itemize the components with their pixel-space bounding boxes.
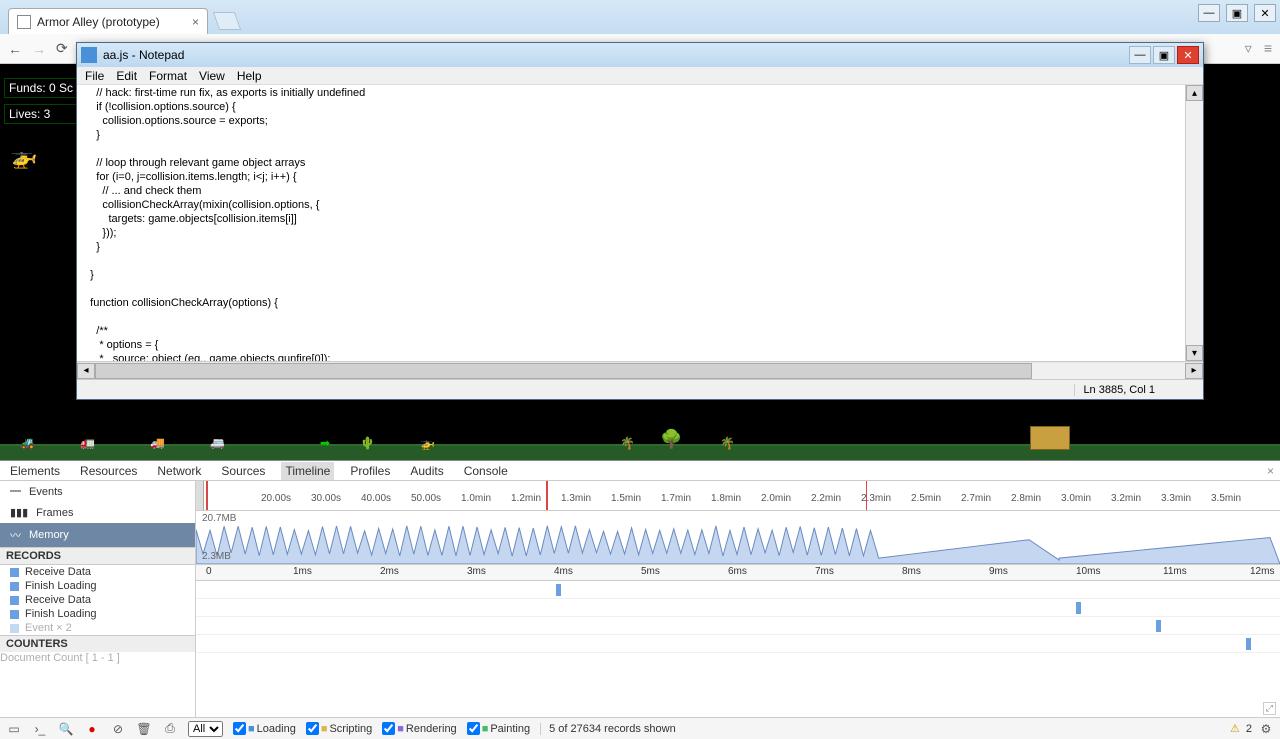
records-header: RECORDS: [0, 547, 195, 565]
menu-help[interactable]: Help: [237, 69, 262, 83]
hscroll-thumb[interactable]: [95, 363, 1032, 379]
window-maximize-button[interactable]: ▣: [1226, 4, 1248, 22]
menu-file[interactable]: File: [85, 69, 104, 83]
browser-tab-strip: Armor Alley (prototype) × — ▣ ✕: [0, 0, 1280, 34]
events-icon: ⎯⎯: [10, 485, 21, 498]
record-button[interactable]: ●: [84, 721, 100, 737]
browser-tab[interactable]: Armor Alley (prototype) ×: [8, 8, 208, 34]
notepad-statusbar: Ln 3885, Col 1: [77, 379, 1203, 399]
devtools-sidebar: ⎯⎯Events ▮▮▮Frames 〰Memory RECORDS Recei…: [0, 481, 196, 717]
ruler-handle[interactable]: [196, 481, 204, 510]
counters-header: COUNTERS: [0, 635, 195, 652]
frames-icon: ▮▮▮: [10, 506, 28, 519]
notepad-textarea[interactable]: // hack: first-time run fix, as exports …: [77, 85, 1203, 361]
cursor-position: Ln 3885, Col 1: [1074, 384, 1195, 396]
menu-edit[interactable]: Edit: [116, 69, 137, 83]
notepad-hscrollbar[interactable]: ◂ ▸: [77, 361, 1203, 379]
tab-timeline[interactable]: Timeline: [281, 462, 334, 480]
records-list: Receive Data Finish Loading Receive Data…: [0, 565, 195, 635]
menu-format[interactable]: Format: [149, 69, 187, 83]
devtools-tabs: Elements Resources Network Sources Timel…: [0, 461, 1280, 481]
tab-console[interactable]: Console: [460, 462, 512, 480]
devtools-panel: Elements Resources Network Sources Timel…: [0, 460, 1280, 739]
record-row[interactable]: Event × 2: [0, 621, 195, 635]
memory-icon: 〰: [10, 527, 21, 543]
tab-sources[interactable]: Sources: [217, 462, 269, 480]
record-row[interactable]: Receive Data: [0, 593, 195, 607]
reload-button[interactable]: ⟳: [56, 40, 68, 57]
check-loading[interactable]: ■Loading: [233, 722, 296, 735]
tab-close-icon[interactable]: ×: [192, 15, 199, 29]
game-hud: Funds: 0 Sc Lives: 3: [4, 78, 78, 130]
tab-resources[interactable]: Resources: [76, 462, 141, 480]
waterfall[interactable]: ⤢: [196, 581, 1280, 717]
notepad-menubar: File Edit Format View Help: [77, 67, 1203, 85]
record-row[interactable]: Finish Loading: [0, 579, 195, 593]
notepad-icon: [81, 47, 97, 63]
menu-view[interactable]: View: [199, 69, 225, 83]
filter-select[interactable]: All: [188, 721, 223, 737]
menu-icon[interactable]: ≡: [1264, 40, 1272, 57]
warning-icon[interactable]: ⚠: [1230, 722, 1240, 735]
notepad-close-button[interactable]: ✕: [1177, 46, 1199, 64]
ground: [0, 444, 1280, 460]
notepad-minimize-button[interactable]: —: [1129, 46, 1151, 64]
tab-profiles[interactable]: Profiles: [346, 462, 394, 480]
back-button[interactable]: ←: [8, 41, 22, 57]
check-rendering[interactable]: ■Rendering: [382, 722, 456, 735]
mem-max: 20.7MB: [202, 513, 236, 524]
settings-icon[interactable]: ⚙: [1258, 721, 1274, 737]
check-painting[interactable]: ■Painting: [467, 722, 530, 735]
warning-count: 2: [1246, 723, 1252, 735]
records-status: 5 of 27634 records shown: [540, 723, 676, 735]
window-close-button[interactable]: ✕: [1254, 4, 1276, 22]
ms-ruler[interactable]: 01ms2ms3ms4ms5ms6ms7ms8ms9ms10ms11ms12ms: [196, 565, 1280, 581]
hud-lives: Lives: 3: [4, 104, 78, 124]
mem-min: 2.3MB: [202, 551, 231, 562]
search-icon[interactable]: 🔍: [58, 721, 74, 737]
devtools-footer: ▭ ›_ 🔍 ● ⊘ 🗑 ⎙ All ■Loading ■Scripting ■…: [0, 717, 1280, 739]
check-scripting[interactable]: ■Scripting: [306, 722, 372, 735]
tab-audits[interactable]: Audits: [406, 462, 447, 480]
clear-icon[interactable]: ⊘: [110, 721, 126, 737]
dock-icon[interactable]: ▭: [6, 721, 22, 737]
memory-chart[interactable]: 20.7MB 2.3MB: [196, 511, 1280, 565]
notepad-title: aa.js - Notepad: [103, 48, 184, 62]
scroll-up-icon[interactable]: ▴: [1186, 85, 1203, 101]
forward-button[interactable]: →: [32, 41, 46, 57]
hud-funds: Funds: 0 Sc: [4, 78, 78, 98]
tab-network[interactable]: Network: [153, 462, 205, 480]
realign-icon[interactable]: ⤢: [1263, 702, 1276, 715]
scroll-down-icon[interactable]: ▾: [1186, 345, 1203, 361]
notepad-maximize-button[interactable]: ▣: [1153, 46, 1175, 64]
record-row[interactable]: Finish Loading: [0, 607, 195, 621]
time-ruler[interactable]: 20.00s30.00s40.00s50.00s1.0min1.2min1.3m…: [196, 481, 1280, 511]
filter-glue-icon[interactable]: ⎙: [162, 721, 178, 737]
mode-events[interactable]: ⎯⎯Events: [0, 481, 195, 502]
page-icon: [17, 15, 31, 29]
filter-icon[interactable]: ▿: [1245, 40, 1252, 57]
notepad-vscrollbar[interactable]: ▴ ▾: [1185, 85, 1203, 361]
gc-icon[interactable]: 🗑: [136, 721, 152, 737]
scroll-left-icon[interactable]: ◂: [77, 363, 95, 379]
mode-memory[interactable]: 〰Memory: [0, 523, 195, 547]
tab-title: Armor Alley (prototype): [37, 15, 160, 29]
window-minimize-button[interactable]: —: [1198, 4, 1220, 22]
mode-frames[interactable]: ▮▮▮Frames: [0, 502, 195, 523]
console-icon[interactable]: ›_: [32, 721, 48, 737]
notepad-titlebar[interactable]: aa.js - Notepad — ▣ ✕: [77, 43, 1203, 67]
scroll-right-icon[interactable]: ▸: [1185, 363, 1203, 379]
tab-elements[interactable]: Elements: [6, 462, 64, 480]
record-row[interactable]: Receive Data: [0, 565, 195, 579]
new-tab-button[interactable]: [213, 12, 242, 30]
counter-row: Document Count [ 1 - 1 ]: [0, 652, 195, 664]
devtools-close-icon[interactable]: ×: [1267, 464, 1274, 478]
notepad-window: aa.js - Notepad — ▣ ✕ File Edit Format V…: [76, 42, 1204, 400]
